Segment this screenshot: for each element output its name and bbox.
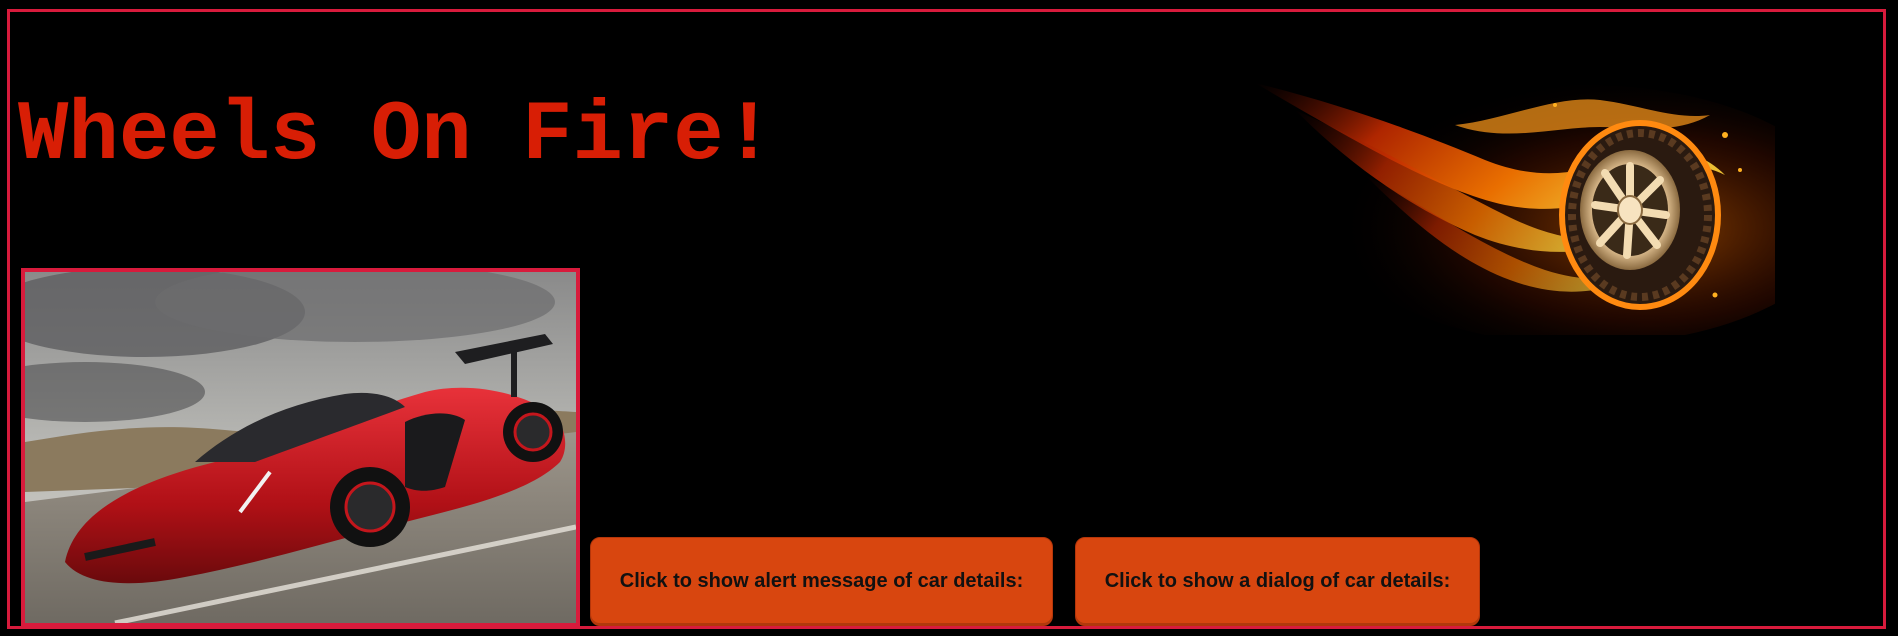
- flaming-wheel-icon: [1255, 65, 1845, 345]
- show-dialog-details-button[interactable]: Click to show a dialog of car details:: [1075, 537, 1480, 626]
- page-title: Wheels On Fire!: [18, 89, 775, 184]
- show-alert-details-button[interactable]: Click to show alert message of car detai…: [590, 537, 1053, 626]
- red-sports-car-photo: [21, 268, 580, 627]
